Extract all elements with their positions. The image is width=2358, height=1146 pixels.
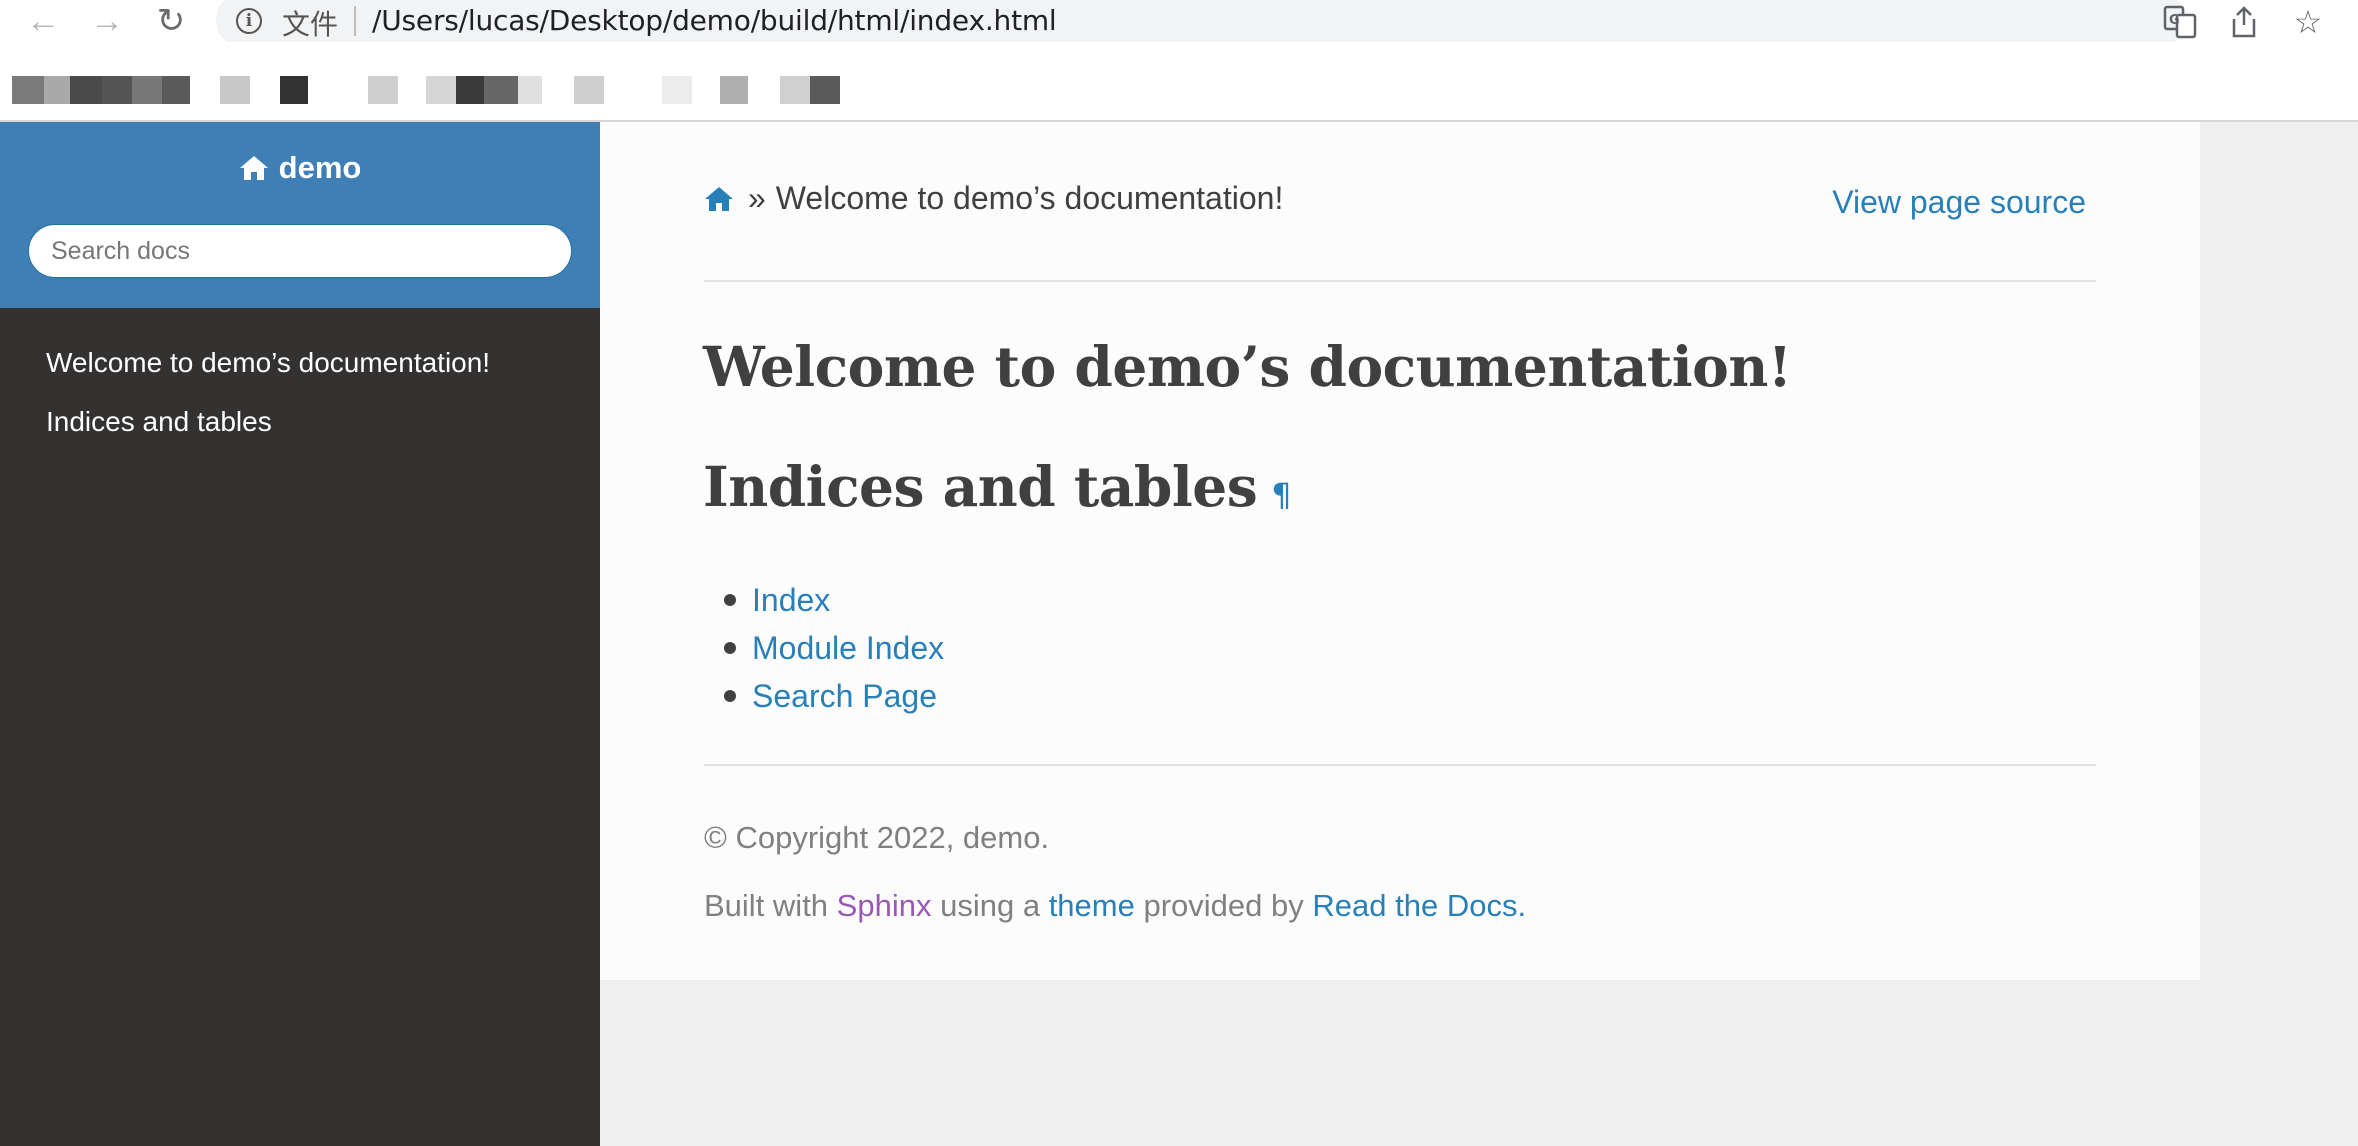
view-page-source-link[interactable]: View page source bbox=[1832, 184, 2086, 221]
permalink-anchor[interactable]: ¶ bbox=[1271, 476, 1291, 514]
index-links-list: Index Module Index Search Page bbox=[704, 576, 944, 720]
footer-divider bbox=[704, 764, 2096, 766]
forward-arrow-icon[interactable]: → bbox=[82, 0, 132, 42]
built-prefix: Built with bbox=[704, 888, 829, 923]
provided-by-text: provided by bbox=[1143, 888, 1304, 923]
footer-period: . bbox=[1517, 888, 1527, 923]
site-info-icon[interactable]: i bbox=[236, 8, 262, 34]
section-heading: Indices and tables ¶ bbox=[703, 454, 1292, 519]
header-divider bbox=[704, 280, 2096, 282]
url-text[interactable]: /Users/lucas/Desktop/demo/build/html/ind… bbox=[372, 4, 1057, 37]
bullet bbox=[724, 594, 736, 606]
breadcrumb-separator: » bbox=[748, 180, 766, 216]
address-bar-divider bbox=[354, 6, 356, 36]
bookmark-star-icon[interactable]: ☆ bbox=[2288, 2, 2328, 42]
theme-link[interactable]: theme bbox=[1049, 888, 1135, 923]
copyright-text: © Copyright 2022, demo. bbox=[704, 820, 1050, 855]
sidebar: demo Welcome to demo’s documentation! In… bbox=[0, 122, 600, 1146]
sidebar-header: demo bbox=[0, 122, 600, 308]
index-link[interactable]: Index bbox=[752, 582, 830, 619]
list-item: Module Index bbox=[704, 624, 944, 672]
bookmarks-bar bbox=[0, 42, 2358, 120]
browser-toolbar: ← → ↻ i 文件 /Users/lucas/Desktop/demo/bui… bbox=[0, 0, 2358, 48]
section-heading-text: Indices and tables bbox=[703, 454, 1258, 519]
translate-icon[interactable]: G bbox=[2160, 2, 2200, 42]
breadcrumb-current: Welcome to demo’s documentation! bbox=[775, 180, 1284, 216]
project-name: demo bbox=[278, 150, 362, 185]
svg-text:G: G bbox=[2169, 13, 2180, 28]
search-page-link[interactable]: Search Page bbox=[752, 678, 937, 715]
module-index-link[interactable]: Module Index bbox=[752, 630, 944, 667]
scheme-label: 文件 bbox=[282, 8, 339, 41]
sidebar-item-welcome[interactable]: Welcome to demo’s documentation! bbox=[46, 342, 490, 401]
built-with-text: Built with Sphinx using a theme provided… bbox=[704, 888, 1526, 924]
reload-icon[interactable]: ↻ bbox=[146, 0, 196, 42]
list-item: Search Page bbox=[704, 672, 944, 720]
search-input[interactable] bbox=[28, 224, 572, 278]
project-home-link[interactable]: demo bbox=[0, 150, 600, 186]
sphinx-link[interactable]: Sphinx bbox=[837, 888, 932, 923]
read-the-docs-link[interactable]: Read the Docs bbox=[1312, 888, 1517, 923]
sidebar-item-indices[interactable]: Indices and tables bbox=[46, 401, 490, 460]
breadcrumb-home-icon[interactable] bbox=[704, 185, 734, 213]
page-title: Welcome to demo’s documentation! bbox=[703, 334, 1792, 399]
main-content: » Welcome to demo’s documentation! View … bbox=[600, 122, 2200, 980]
bullet bbox=[724, 642, 736, 654]
share-icon[interactable] bbox=[2224, 2, 2264, 42]
using-a-text: using a bbox=[940, 888, 1041, 923]
sidebar-nav: Welcome to demo’s documentation! Indices… bbox=[46, 342, 490, 460]
bullet bbox=[724, 690, 736, 702]
list-item: Index bbox=[704, 576, 944, 624]
home-icon bbox=[239, 154, 269, 182]
breadcrumb: » Welcome to demo’s documentation! bbox=[704, 180, 1283, 217]
back-arrow-icon[interactable]: ← bbox=[18, 0, 68, 42]
